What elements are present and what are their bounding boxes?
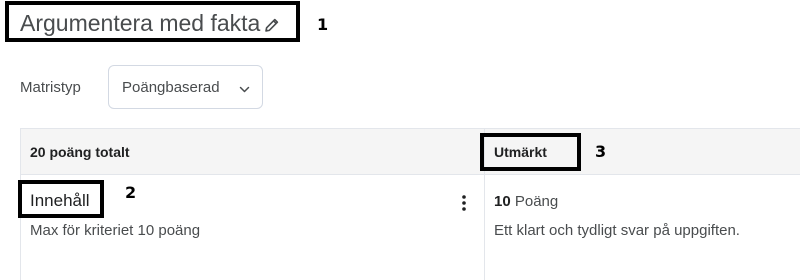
pencil-icon[interactable]: [263, 16, 281, 34]
kebab-menu-icon[interactable]: [459, 193, 469, 213]
title-row: Argumentera med fakta: [20, 8, 281, 38]
rubric-editor-page: Argumentera med fakta Matristyp Poängbas…: [0, 0, 800, 280]
matrix-type-select[interactable]: Poängbaserad: [108, 65, 263, 109]
total-points-header: 20 poäng totalt: [30, 143, 130, 160]
level-points-value: 10: [494, 193, 511, 210]
matrix-type-value: Poängbaserad: [122, 78, 220, 96]
table-header-row: 20 poäng totalt Utmärkt: [21, 129, 800, 175]
rubric-table: 20 poäng totalt Utmärkt Innehåll Max för…: [20, 128, 800, 280]
rubric-title[interactable]: Argumentera med fakta: [20, 10, 260, 37]
column-divider: [484, 129, 485, 280]
level-points[interactable]: 10 Poäng: [494, 193, 558, 210]
matrix-type-label: Matristyp: [20, 79, 81, 96]
annotation-number-3: 3: [595, 142, 607, 161]
criterion-name[interactable]: Innehåll: [30, 191, 90, 211]
annotation-number-1: 1: [317, 15, 329, 34]
criterion-description: Max för kriteriet 10 poäng: [30, 222, 201, 239]
level-description[interactable]: Ett klart och tydligt svar på uppgiften.: [494, 222, 740, 239]
chevron-down-icon: [239, 82, 250, 93]
annotation-number-2: 2: [125, 183, 137, 202]
level-header[interactable]: Utmärkt: [494, 129, 547, 174]
level-points-unit: Poäng: [514, 193, 559, 210]
